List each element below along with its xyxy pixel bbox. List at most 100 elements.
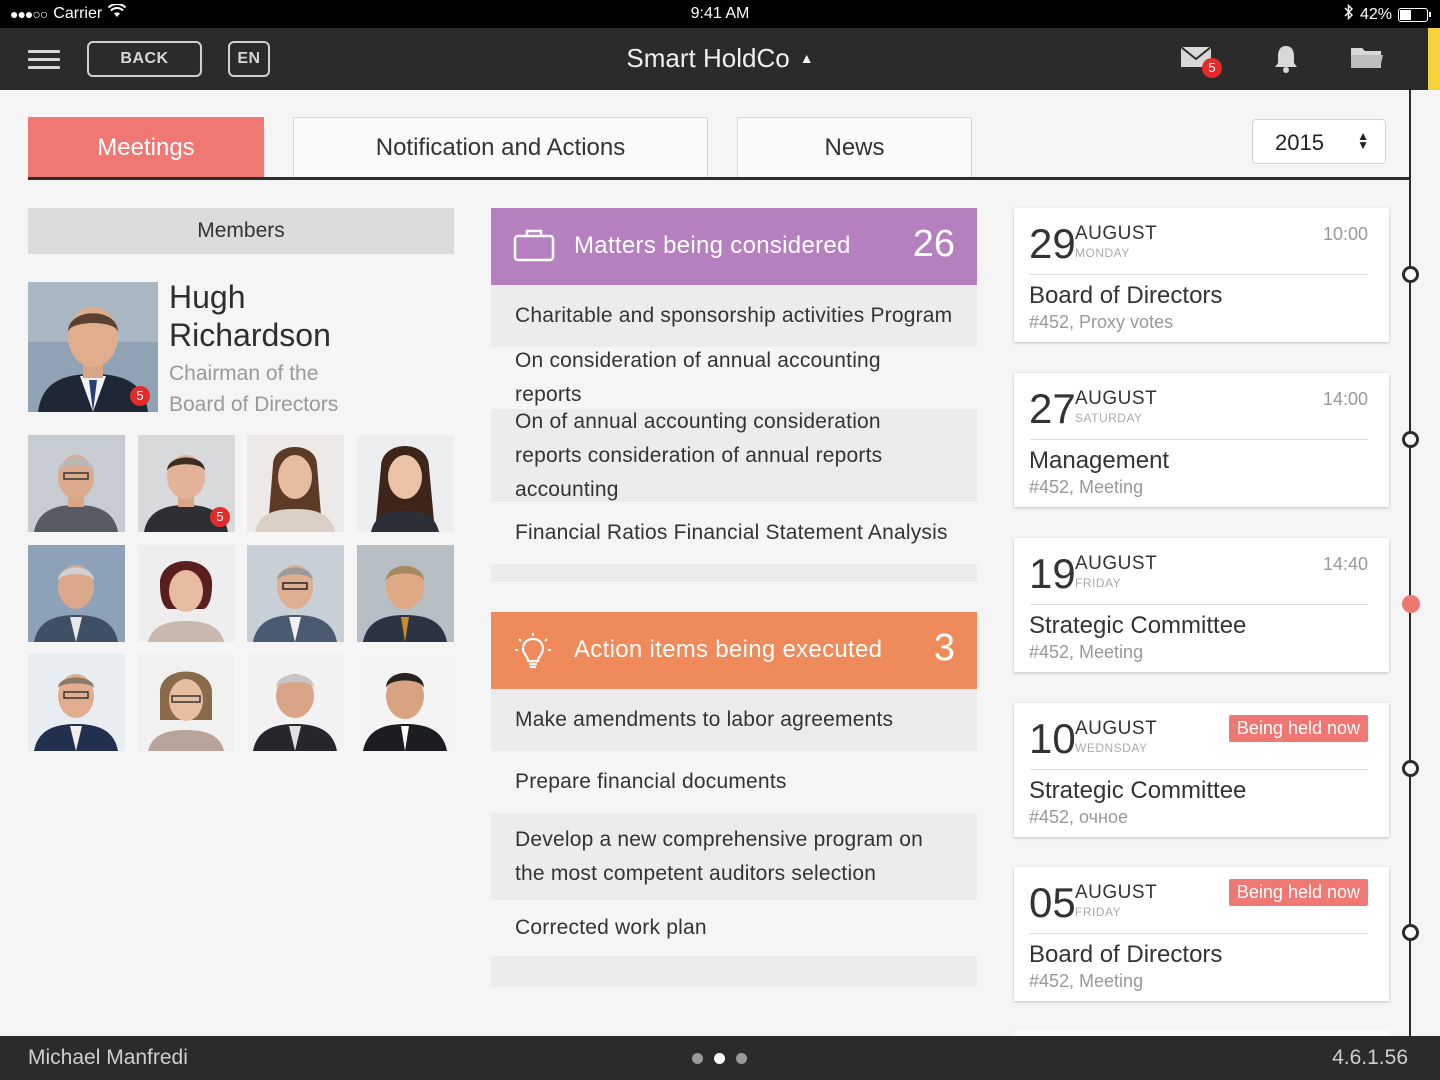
meeting-day: 19 — [1029, 550, 1076, 597]
matter-item[interactable]: On consideration of annual accounting re… — [491, 347, 977, 409]
status-badge: Being held now — [1228, 715, 1368, 742]
member-badge: 5 — [210, 507, 230, 527]
meeting-time: 10:00 — [1322, 224, 1368, 244]
members-header: Members — [28, 208, 454, 254]
company-title: Smart HoldCo — [626, 43, 790, 73]
bell-icon[interactable] — [1272, 44, 1300, 79]
meeting-card[interactable]: 29 AUGUST MONDAY 10:00 Board of Director… — [1014, 208, 1389, 342]
divider — [1030, 274, 1368, 275]
list-spacer — [491, 956, 977, 987]
member-avatar[interactable] — [138, 654, 235, 751]
main-member-badge: 5 — [130, 386, 150, 406]
member-first-name: Hugh — [169, 279, 246, 315]
accent-strip — [1428, 28, 1440, 90]
timeline-dot[interactable] — [1402, 266, 1419, 283]
meeting-month: AUGUST — [1075, 553, 1158, 574]
folder-icon[interactable] — [1350, 44, 1384, 75]
divider — [1030, 933, 1368, 934]
member-avatar[interactable] — [247, 545, 344, 642]
meeting-card[interactable]: 10 AUGUST WEDNSDAY Being held now Strate… — [1014, 703, 1389, 837]
main-member-role: Chairman of the Board of Directors — [169, 358, 449, 420]
top-nav: BACK EN Smart HoldCo ▲ 5 — [0, 28, 1440, 90]
lightbulb-icon — [513, 631, 553, 678]
meeting-month: AUGUST — [1075, 882, 1158, 903]
year-select[interactable]: 2015 ▲ ▼ — [1252, 119, 1386, 164]
member-avatar[interactable] — [28, 654, 125, 751]
action-item[interactable]: Develop a new comprehensive program on t… — [491, 813, 977, 900]
meeting-subtitle: #452, Meeting — [1029, 477, 1144, 497]
main-member-avatar[interactable]: 5 — [28, 282, 158, 412]
member-avatar[interactable]: 5 — [138, 435, 235, 532]
battery-icon — [1398, 7, 1431, 22]
page-indicator[interactable] — [692, 1053, 747, 1064]
member-avatar[interactable] — [247, 654, 344, 751]
member-avatar[interactable] — [357, 435, 454, 532]
meeting-card[interactable]: 05 AUGUST FRIDAY Being held now Board of… — [1014, 867, 1389, 1001]
tab-meetings[interactable]: Meetings — [28, 117, 264, 178]
action-item[interactable]: Prepare financial documents — [491, 751, 977, 813]
page-dot[interactable] — [692, 1053, 703, 1064]
meeting-month: AUGUST — [1075, 223, 1158, 244]
meeting-subtitle: #452, Meeting — [1029, 642, 1144, 662]
briefcase-icon — [513, 227, 555, 270]
timeline-dot[interactable] — [1402, 431, 1419, 448]
meeting-subtitle: #452, Meeting — [1029, 971, 1144, 991]
matter-item[interactable]: Financial Ratios Financial Statement Ana… — [491, 502, 977, 564]
matters-count: 26 — [912, 223, 955, 265]
meeting-day: 05 — [1029, 879, 1076, 926]
member-avatar[interactable] — [357, 545, 454, 642]
bluetooth-icon — [1344, 3, 1354, 25]
member-avatar[interactable] — [28, 545, 125, 642]
timeline-dot[interactable] — [1402, 924, 1419, 941]
year-value: 2015 — [1275, 130, 1324, 155]
member-avatar[interactable] — [28, 435, 125, 532]
list-spacer — [491, 564, 977, 582]
timeline-dot-current[interactable] — [1402, 595, 1420, 613]
page-dot[interactable] — [736, 1053, 747, 1064]
tab-notifications[interactable]: Notification and Actions — [293, 117, 708, 178]
matters-header[interactable]: Matters being considered 26 — [491, 208, 977, 285]
meeting-card[interactable]: 19 AUGUST FRIDAY 14:40 Strategic Committ… — [1014, 538, 1389, 672]
company-selector[interactable]: Smart HoldCo ▲ — [0, 43, 1440, 74]
matters-title: Matters being considered — [574, 232, 851, 259]
select-arrows-icon: ▲ ▼ — [1357, 129, 1369, 152]
member-role-line2: Board of Directors — [169, 393, 339, 416]
member-avatar[interactable] — [247, 435, 344, 532]
mail-icon[interactable]: 5 — [1180, 44, 1222, 78]
member-last-name: Richardson — [169, 317, 331, 353]
timeline-dot[interactable] — [1402, 760, 1419, 777]
status-badge: Being held now — [1228, 879, 1368, 906]
divider — [1030, 439, 1368, 440]
meeting-subtitle: #452, Proxy votes — [1029, 312, 1174, 332]
status-bar: ●●●○○ Carrier 9:41 AM 42% — [0, 0, 1440, 28]
meeting-time: 14:00 — [1322, 389, 1368, 409]
battery-fill — [1400, 9, 1411, 20]
main-member-name[interactable]: Hugh Richardson — [169, 278, 449, 354]
matter-item[interactable]: On of annual accounting consideration re… — [491, 409, 977, 502]
actions-count: 3 — [933, 627, 955, 669]
footer: Michael Manfredi 4.6.1.56 — [0, 1036, 1440, 1080]
timeline-line — [1409, 90, 1411, 1036]
meeting-title: Board of Directors — [1029, 282, 1223, 309]
meeting-title: Management — [1029, 447, 1170, 474]
meeting-day: 10 — [1029, 715, 1076, 762]
meeting-card[interactable]: 27 AUGUST SATURDAY 14:00 Management #452… — [1014, 373, 1389, 507]
meeting-month: AUGUST — [1075, 388, 1158, 409]
member-avatar[interactable] — [357, 654, 454, 751]
meeting-weekday: FRIDAY — [1075, 905, 1122, 919]
matter-item[interactable]: Charitable and sponsorship activities Pr… — [491, 285, 977, 347]
page-dot[interactable] — [714, 1053, 725, 1064]
action-item[interactable]: Corrected work plan — [491, 900, 977, 956]
current-user[interactable]: Michael Manfredi — [28, 1046, 188, 1070]
battery-percent: 42% — [1359, 5, 1392, 23]
sort-arrows-icon: ▲ — [799, 50, 814, 66]
member-role-line1: Chairman of the — [169, 362, 319, 385]
action-item[interactable]: Make amendments to labor agreements — [491, 689, 977, 751]
actions-header[interactable]: Action items being executed 3 — [491, 612, 977, 689]
meeting-title: Board of Directors — [1029, 941, 1223, 968]
meeting-weekday: SATURDAY — [1075, 411, 1143, 425]
meeting-title: Strategic Committee — [1029, 612, 1247, 639]
member-avatar[interactable] — [138, 545, 235, 642]
tab-underline — [28, 177, 1410, 180]
tab-news[interactable]: News — [737, 117, 972, 178]
